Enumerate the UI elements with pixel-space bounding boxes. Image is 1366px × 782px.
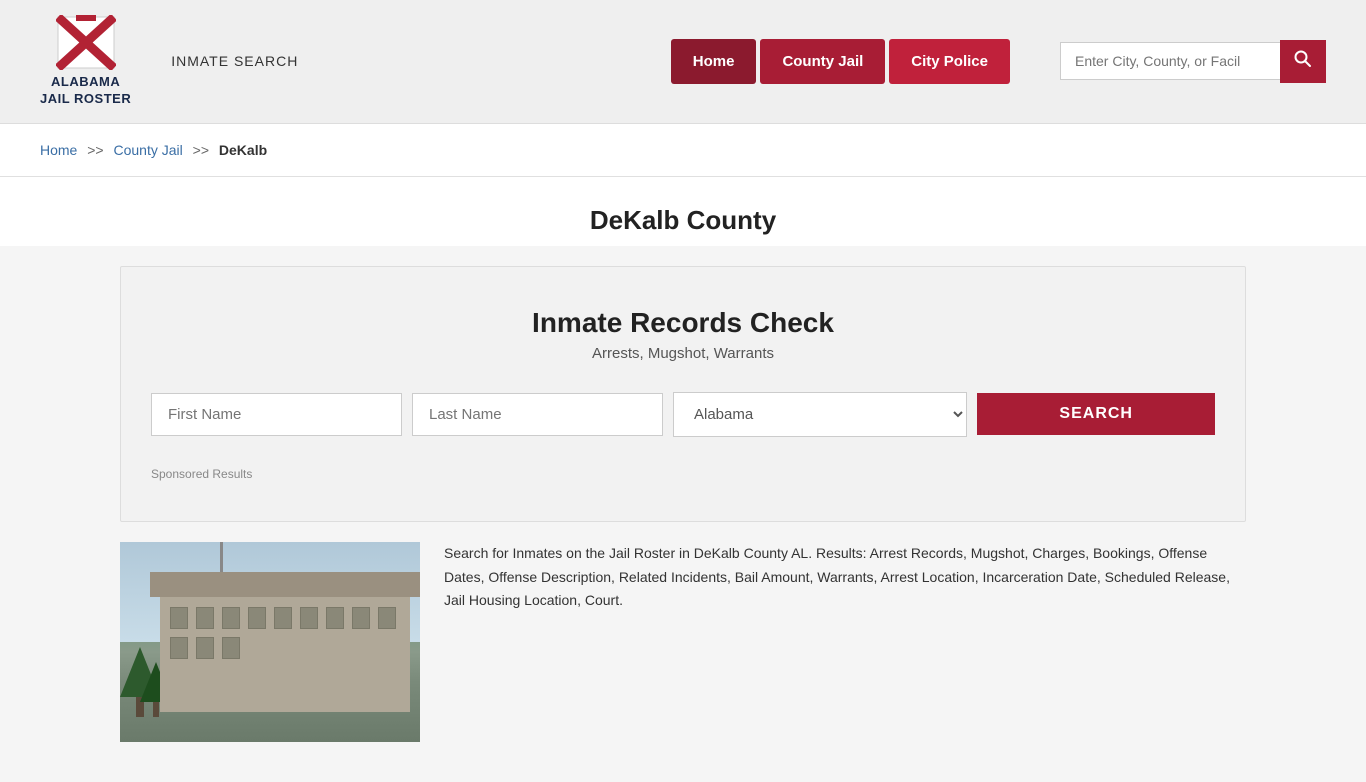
inmate-search-form: AlabamaAlaskaArizonaArkansasCaliforniaCo…: [151, 392, 1215, 437]
records-check-box: Inmate Records Check Arrests, Mugshot, W…: [120, 266, 1246, 522]
site-header: ALABAMA JAIL ROSTER INMATE SEARCH Home C…: [0, 0, 1366, 124]
main-nav: Home County Jail City Police: [671, 39, 1010, 84]
last-name-input[interactable]: [412, 393, 663, 436]
header-search-bar: [1060, 40, 1326, 83]
records-search-button[interactable]: SEARCH: [977, 393, 1215, 435]
jail-building-image: [120, 542, 420, 742]
breadcrumb-home-link[interactable]: Home: [40, 142, 77, 158]
logo-image: [56, 15, 116, 70]
records-subtitle: Arrests, Mugshot, Warrants: [151, 345, 1215, 362]
breadcrumb-separator-2: >>: [193, 142, 209, 158]
home-nav-button[interactable]: Home: [671, 39, 757, 84]
first-name-input[interactable]: [151, 393, 402, 436]
breadcrumb-county-jail-link[interactable]: County Jail: [114, 142, 183, 158]
sponsored-results-label: Sponsored Results: [151, 467, 1215, 481]
county-jail-nav-button[interactable]: County Jail: [760, 39, 885, 84]
page-title: DeKalb County: [40, 205, 1326, 236]
bottom-content: Search for Inmates on the Jail Roster in…: [120, 542, 1246, 742]
breadcrumb-current: DeKalb: [219, 142, 267, 158]
records-title: Inmate Records Check: [151, 307, 1215, 339]
header-search-button[interactable]: [1280, 40, 1326, 83]
state-select[interactable]: AlabamaAlaskaArizonaArkansasCaliforniaCo…: [673, 392, 967, 437]
site-logo[interactable]: ALABAMA JAIL ROSTER: [40, 15, 131, 108]
breadcrumb: Home >> County Jail >> DeKalb: [0, 124, 1366, 177]
county-description: Search for Inmates on the Jail Roster in…: [444, 542, 1246, 613]
inmate-search-label: INMATE SEARCH: [171, 53, 298, 69]
city-police-nav-button[interactable]: City Police: [889, 39, 1010, 84]
breadcrumb-separator-1: >>: [87, 142, 103, 158]
logo-text: ALABAMA JAIL ROSTER: [40, 74, 131, 108]
header-search-input[interactable]: [1060, 42, 1280, 80]
page-title-section: DeKalb County: [0, 177, 1366, 246]
